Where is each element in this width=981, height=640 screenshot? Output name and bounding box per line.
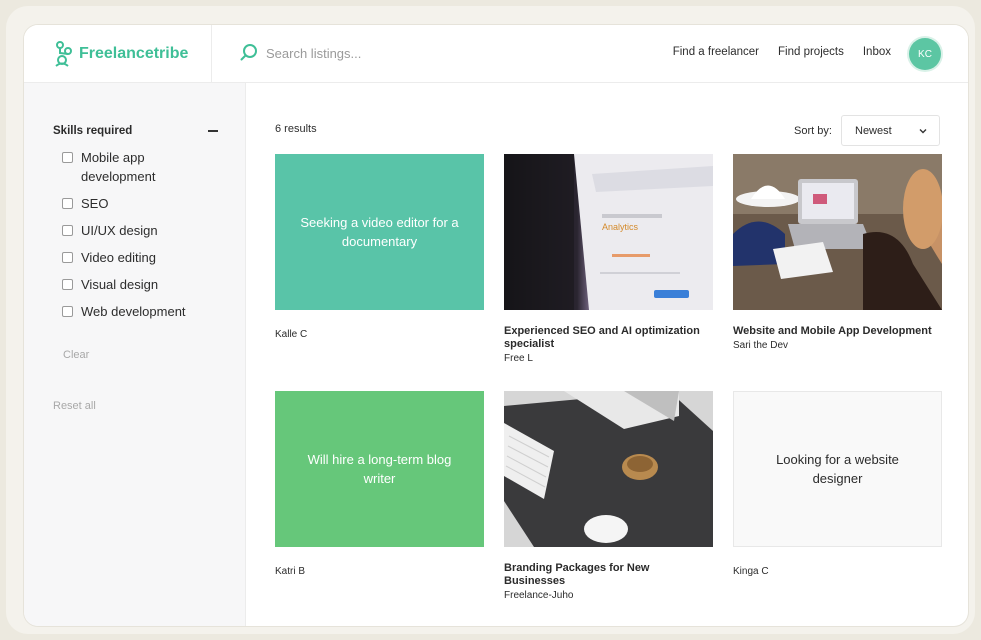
filter-sidebar: Skills required Mobile app development S… [24,83,246,626]
collapse-icon[interactable] [208,130,218,132]
listing-card[interactable]: Will hire a long-term blog writer Katri … [275,391,484,577]
option-label: Visual design [81,277,159,292]
skill-option-visual[interactable]: Visual design [62,275,212,294]
listing-card[interactable]: Looking for a website designer Kinga C [733,391,942,577]
logo-icon [55,41,73,67]
listing-title[interactable]: Website and Mobile App Development [733,325,942,338]
filter-title: Skills required [53,125,133,137]
brand-logo[interactable]: Freelancetribe [55,41,188,67]
listing-title[interactable]: Experienced SEO and AI optimization spec… [504,325,713,351]
listing-author: Kalle C [275,329,308,340]
search-bar[interactable]: Search listings... [240,43,361,64]
chevron-down-icon [919,125,927,137]
nav-find-freelancer[interactable]: Find a freelancer [673,46,759,58]
checkbox[interactable] [62,306,73,317]
search-icon [240,43,258,64]
search-input[interactable]: Search listings... [266,46,361,61]
listing-card[interactable]: Seeking a video editor for a documentary… [275,154,484,340]
browser-window: Freelancetribe Search listings... Find a… [24,25,968,626]
checkbox[interactable] [62,252,73,263]
thumbnail-text: Will hire a long-term blog writer [307,452,452,486]
option-label: SEO [81,196,109,211]
option-label: Mobile app development [81,150,156,184]
clear-button[interactable]: Clear [63,349,89,361]
checkbox[interactable] [62,152,73,163]
listing-card[interactable]: Analytics Experienced SEO and AI optimiz… [504,154,713,364]
listing-card[interactable]: Website and Mobile App Development Sari … [733,154,942,351]
thumbnail-text: Seeking a video editor for a documentary [300,215,459,249]
listing-thumbnail[interactable]: Looking for a website designer [733,391,942,547]
header-divider [211,25,212,82]
listing-author: Sari the Dev [733,340,789,351]
main-nav: Find a freelancer Find projects Inbox [673,46,891,58]
checkbox[interactable] [62,279,73,290]
listing-photo[interactable] [504,391,713,547]
option-label: Web development [81,304,186,319]
listing-photo[interactable]: Analytics [504,154,713,310]
reset-all-button[interactable]: Reset all [53,400,96,412]
skill-option-mobile[interactable]: Mobile app development [62,148,212,186]
listing-card[interactable]: Branding Packages for New Businesses Fre… [504,391,713,601]
sort-value: Newest [855,124,892,137]
thumbnail-text: Looking for a website designer [776,452,899,486]
skill-option-video[interactable]: Video editing [62,248,212,267]
listing-author: Free L [504,353,533,364]
avatar[interactable]: KC [909,38,941,70]
listing-author: Katri B [275,566,306,577]
option-label: UI/UX design [81,223,158,238]
results-count: 6 results [275,123,317,135]
listing-photo[interactable] [733,154,942,310]
listing-author: Kinga C [733,566,769,577]
filter-header[interactable]: Skills required [53,125,218,137]
brand-name: Freelancetribe [79,45,189,62]
sort-label: Sort by: [794,125,832,137]
top-header: Freelancetribe Search listings... Find a… [24,25,968,83]
listing-thumbnail[interactable]: Will hire a long-term blog writer [275,391,484,547]
sort-select[interactable]: Newest [841,115,940,146]
skill-option-uiux[interactable]: UI/UX design [62,221,212,240]
skill-option-seo[interactable]: SEO [62,194,212,213]
option-label: Video editing [81,250,156,265]
skill-options: Mobile app development SEO UI/UX design … [62,148,212,329]
checkbox[interactable] [62,198,73,209]
nav-find-projects[interactable]: Find projects [778,46,844,58]
photo-analytics-text: Analytics [602,222,639,232]
listing-title[interactable]: Branding Packages for New Businesses [504,562,713,588]
checkbox[interactable] [62,225,73,236]
skill-option-web[interactable]: Web development [62,302,212,321]
app-frame: Freelancetribe Search listings... Find a… [6,6,975,634]
nav-inbox[interactable]: Inbox [863,46,891,58]
listing-thumbnail[interactable]: Seeking a video editor for a documentary [275,154,484,310]
listing-author: Freelance-Juho [504,590,574,601]
